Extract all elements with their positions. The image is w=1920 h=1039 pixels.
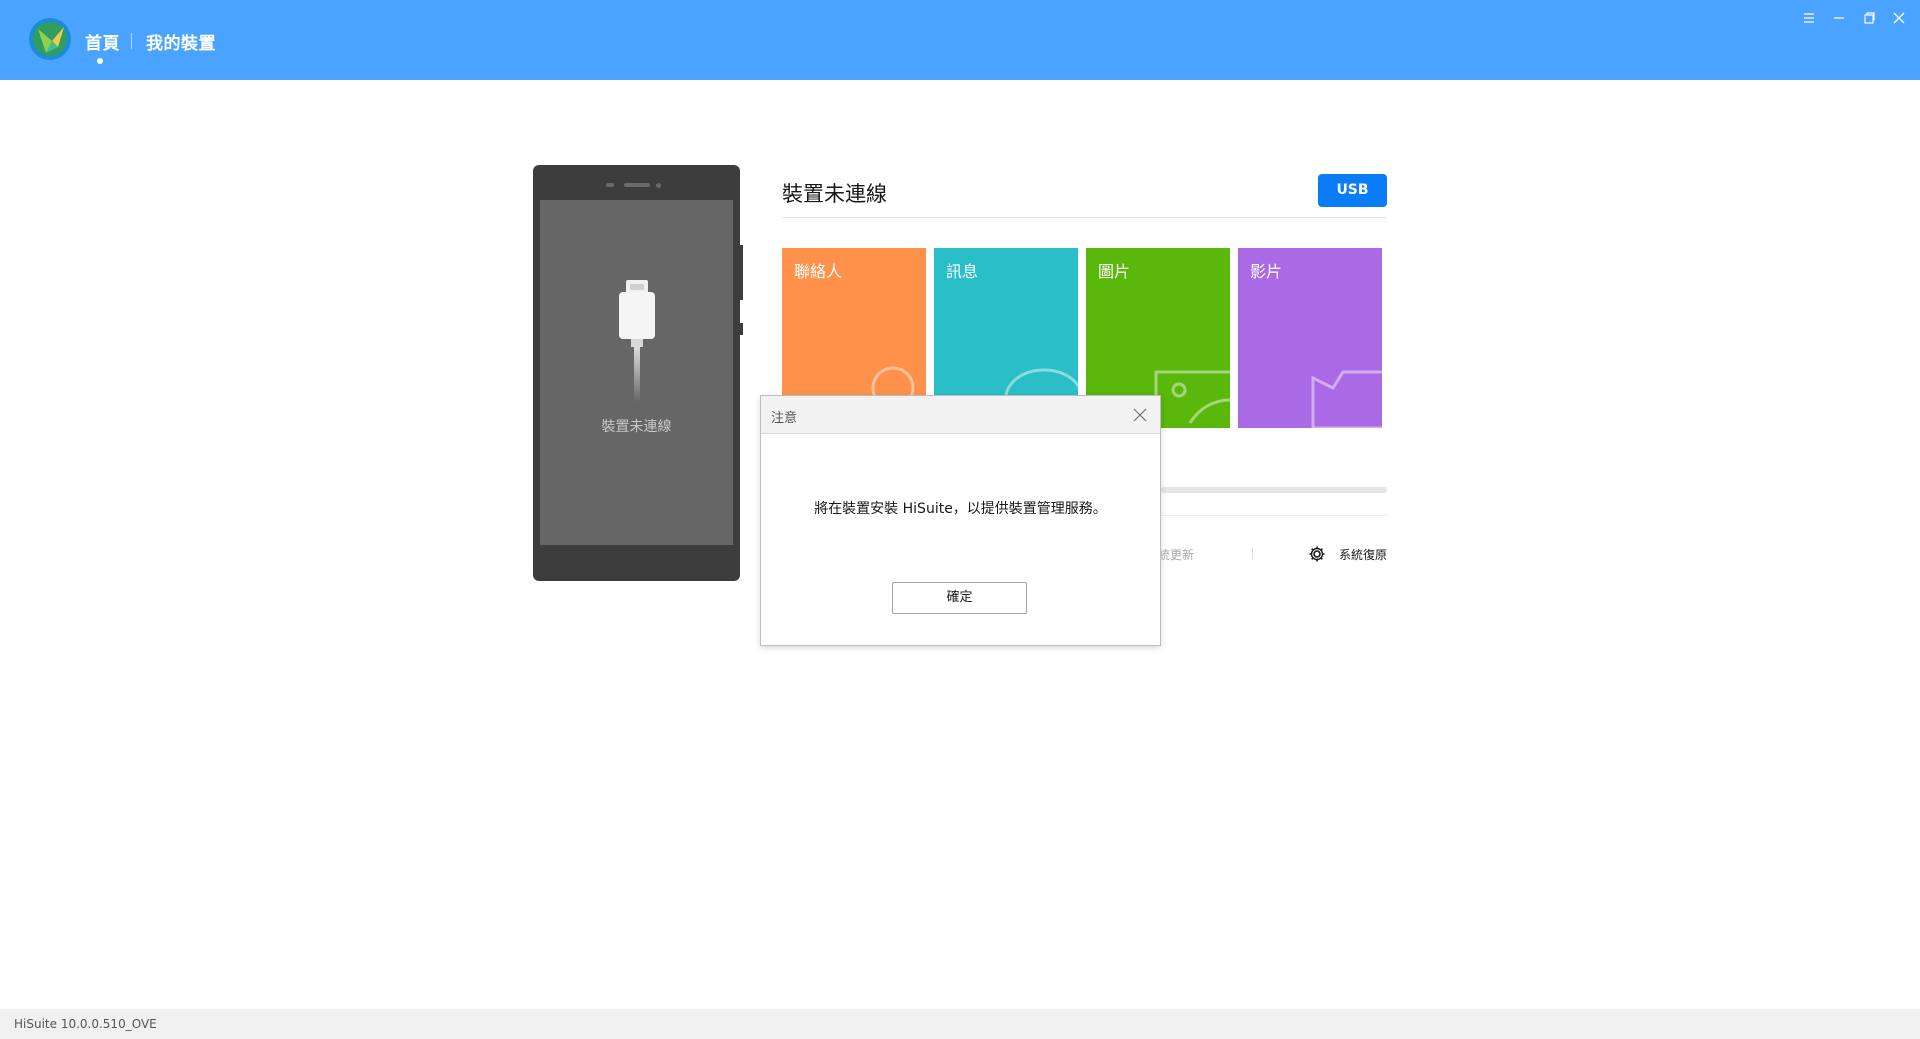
usb-cable-icon: [602, 280, 672, 419]
close-icon[interactable]: [1891, 10, 1907, 26]
progress-track: [1160, 487, 1387, 493]
gear-icon: [1308, 545, 1326, 567]
menu-icon[interactable]: [1801, 10, 1817, 26]
dialog-ok-button[interactable]: 確定: [892, 582, 1027, 614]
title-bar: 首頁 我的裝置: [0, 0, 1920, 80]
nav-divider: [131, 33, 132, 49]
system-restore-label: 系統復原: [1339, 548, 1388, 562]
phone-screen: 裝置未連線: [540, 200, 733, 545]
dialog-title: 注意: [771, 411, 798, 426]
phone-sensor: [656, 183, 661, 188]
dialog-message: 將在裝置安裝 HiSuite，以提供裝置管理服務。: [814, 501, 1107, 517]
tile-label: 影片: [1250, 262, 1283, 281]
phone-camera: [606, 183, 614, 187]
nav-home-tab[interactable]: 首頁: [85, 29, 120, 54]
phone-side-button: [740, 245, 743, 300]
tile-label: 圖片: [1098, 262, 1131, 281]
phone-side-button: [740, 323, 743, 335]
phone-speaker: [624, 183, 650, 187]
action-divider: [1252, 548, 1253, 560]
dialog-close-icon[interactable]: [1133, 407, 1147, 422]
hisuite-logo-icon: [28, 17, 72, 61]
tile-label: 聯絡人: [794, 262, 843, 281]
restore-icon[interactable]: [1861, 10, 1877, 26]
device-status-title: 裝置未連線: [782, 182, 887, 206]
divider: [1160, 515, 1387, 516]
version-label: HiSuite 10.0.0.510_OVE: [14, 1017, 157, 1031]
tile-videos[interactable]: 影片: [1238, 248, 1382, 428]
active-tab-indicator: [97, 58, 103, 64]
status-bar: HiSuite 10.0.0.510_OVE: [0, 1009, 1920, 1039]
usb-connect-button[interactable]: USB: [1318, 174, 1387, 207]
phone-status-text: 裝置未連線: [601, 419, 672, 435]
notice-dialog: 注意 將在裝置安裝 HiSuite，以提供裝置管理服務。 確定: [760, 395, 1161, 646]
minimize-icon[interactable]: [1831, 10, 1847, 26]
tile-label: 訊息: [946, 262, 979, 281]
divider: [782, 217, 1387, 218]
dialog-header: 注意: [761, 396, 1160, 434]
phone-illustration: 裝置未連線: [533, 165, 743, 581]
nav-my-device-tab[interactable]: 我的裝置: [146, 29, 216, 54]
system-update-link[interactable]: 統更新: [1158, 546, 1194, 563]
